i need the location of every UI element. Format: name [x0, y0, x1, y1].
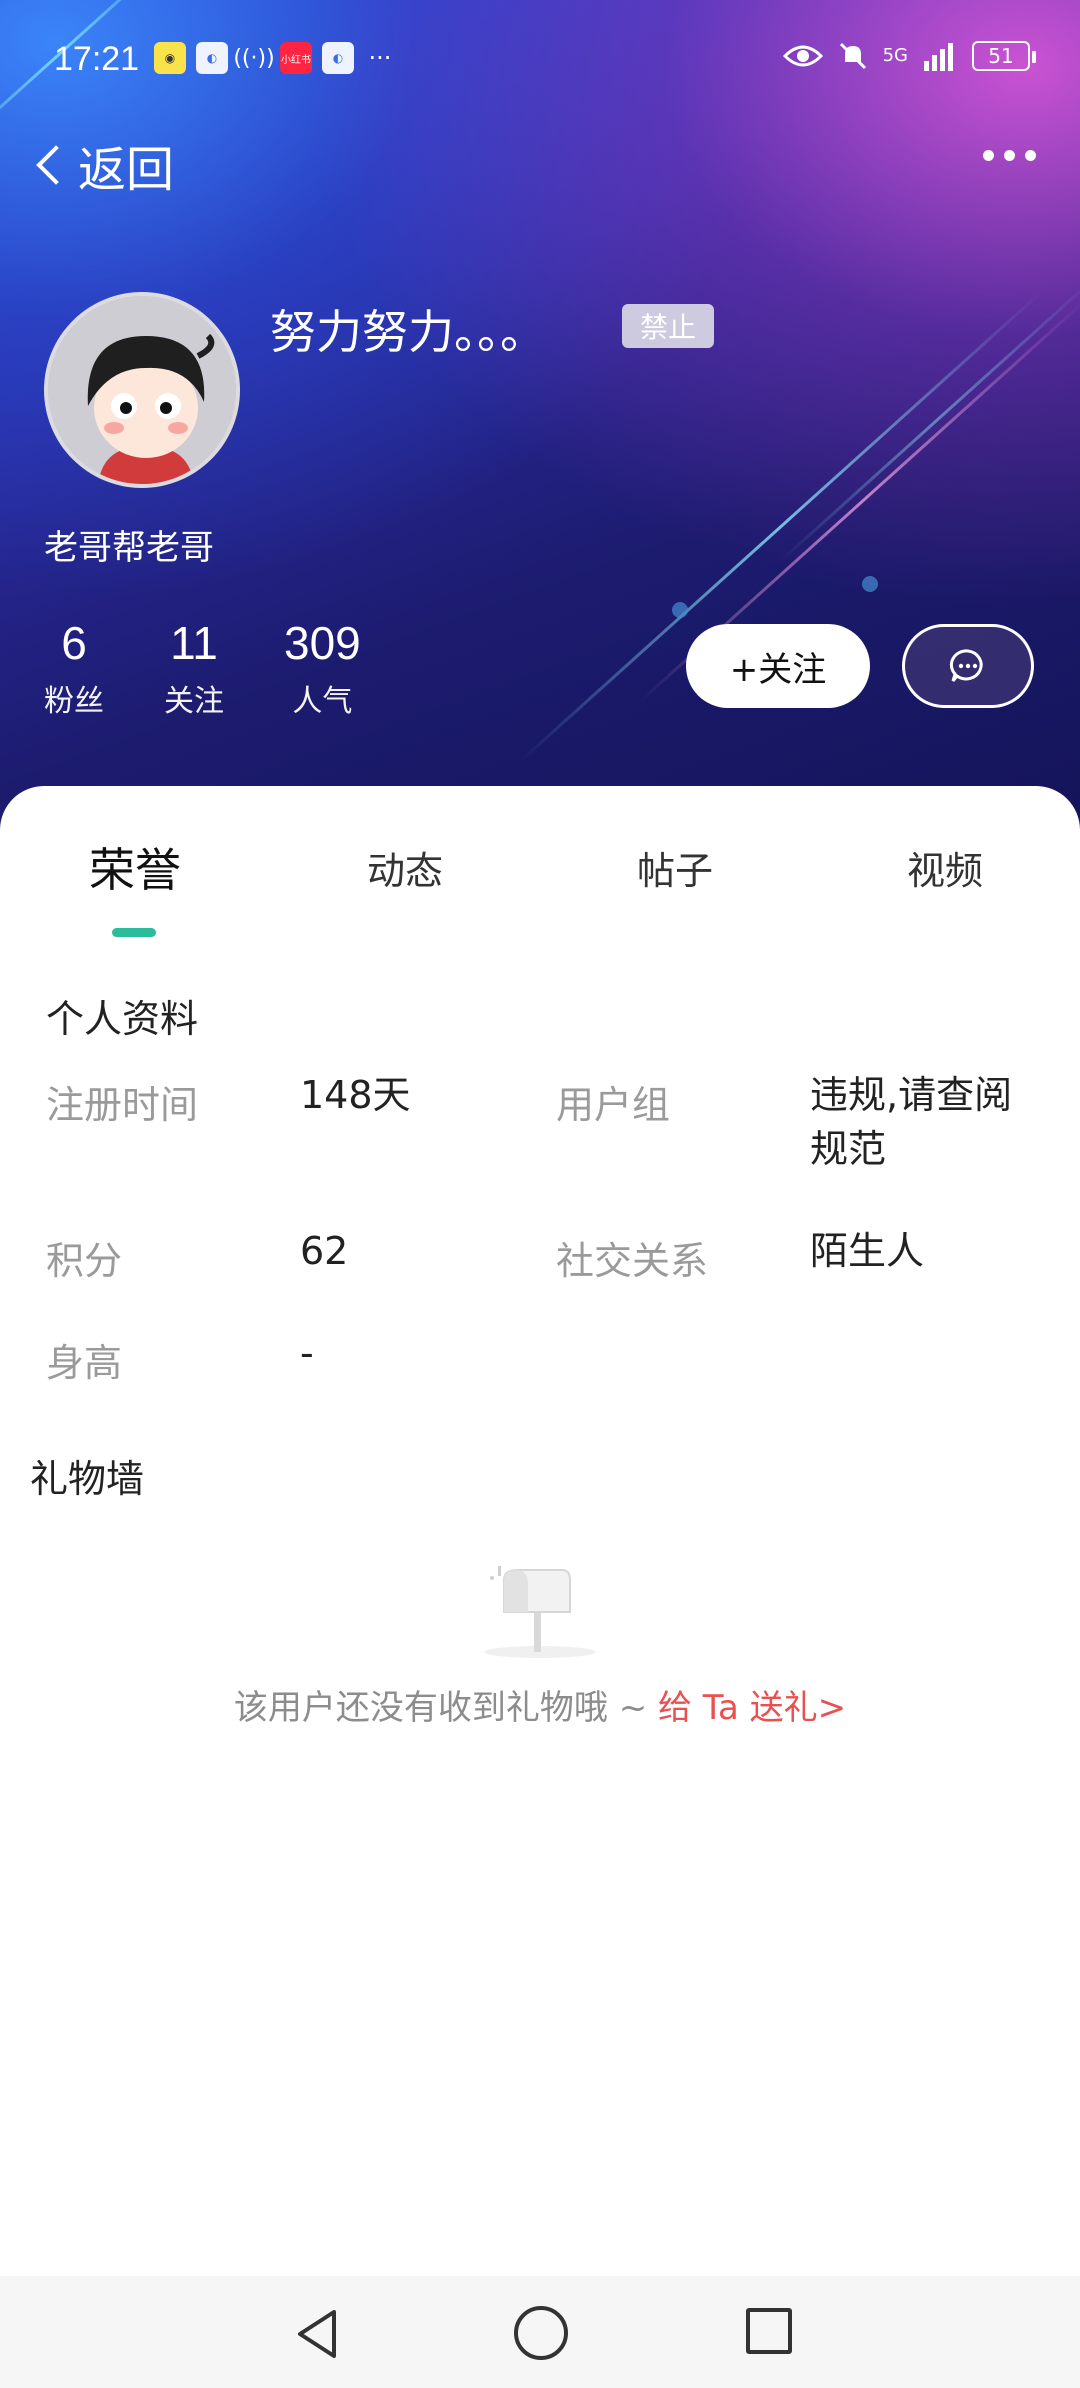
- network-type: 5G: [882, 45, 908, 66]
- message-button[interactable]: [902, 624, 1034, 708]
- avatar-cartoon-icon: [48, 296, 236, 484]
- stat-following[interactable]: 11 关注: [164, 616, 224, 720]
- send-gift-link[interactable]: 给 Ta 送礼>: [658, 1688, 846, 1728]
- chevron-left-icon: [36, 145, 76, 185]
- reg-time-value: 148天: [300, 1073, 411, 1117]
- status-bar: 17:21 ◉ ◐ ((·)) 小红书 ◐ ··· 5G 51: [0, 0, 1080, 120]
- battery-icon: 51: [972, 41, 1036, 71]
- user-group-value-line2: 规范: [810, 1127, 887, 1171]
- app-notification-icon: ◐: [196, 42, 228, 74]
- height-label: 身高: [46, 1341, 123, 1385]
- stat-value: 309: [284, 617, 361, 669]
- height-value: -: [300, 1331, 314, 1375]
- points-value: 62: [300, 1229, 349, 1273]
- stat-popularity[interactable]: 309 人气: [284, 616, 361, 720]
- stat-value: 6: [61, 617, 87, 669]
- notification-icons: ◉ ◐ ((·)) 小红书 ◐ ···: [154, 42, 396, 74]
- decor-dot: [862, 576, 878, 592]
- relation-value: 陌生人: [810, 1229, 925, 1273]
- user-group-label: 用户组: [556, 1083, 671, 1127]
- app-notification-icon: ◉: [154, 42, 186, 74]
- status-time: 17:21: [54, 40, 140, 78]
- points-label: 积分: [46, 1239, 123, 1283]
- nav-recents-icon[interactable]: [746, 2308, 792, 2354]
- reg-time-label: 注册时间: [46, 1083, 199, 1127]
- system-icons: 5G 51: [782, 40, 1036, 72]
- mute-icon: [839, 42, 866, 70]
- more-notifications-icon: ···: [368, 44, 392, 72]
- tab-honor[interactable]: 荣誉: [89, 834, 181, 900]
- chat-bubble-icon: [949, 649, 983, 682]
- more-dot-icon: [1004, 150, 1015, 161]
- system-nav-bar: [0, 2276, 1080, 2388]
- more-dot-icon: [1025, 150, 1036, 161]
- user-signature: 老哥帮老哥: [44, 528, 214, 568]
- avatar[interactable]: [44, 292, 240, 488]
- personal-info-title: 个人资料: [46, 997, 199, 1041]
- back-button[interactable]: 返回: [30, 130, 174, 200]
- follow-button[interactable]: +关注: [686, 624, 870, 708]
- back-label: 返回: [78, 142, 175, 198]
- user-group-value-line1: 违规,请查阅: [810, 1073, 1013, 1117]
- stat-fans[interactable]: 6 粉丝: [44, 616, 104, 720]
- eye-icon: [782, 45, 823, 67]
- username: 努力努力。。。: [270, 305, 546, 359]
- nav-back-icon[interactable]: [290, 2306, 346, 2362]
- stat-value: 11: [170, 617, 218, 669]
- ban-status-badge: 禁止: [622, 304, 714, 348]
- nav-home-icon[interactable]: [514, 2306, 568, 2360]
- stat-label: 关注: [164, 684, 224, 719]
- tab-activity[interactable]: 动态: [367, 840, 443, 895]
- empty-mailbox-icon: [484, 1566, 596, 1658]
- decor-dot: [672, 602, 688, 618]
- battery-level: 51: [988, 44, 1014, 68]
- tab-posts[interactable]: 帖子: [637, 840, 713, 895]
- gift-empty-text: 该用户还没有收到礼物哦 ~: [233, 1688, 658, 1728]
- relation-label: 社交关系: [556, 1239, 709, 1283]
- app-notification-icon: ◐: [322, 42, 354, 74]
- tab-videos[interactable]: 视频: [907, 840, 983, 895]
- profile-tabs: 荣誉 动态 帖子 视频: [0, 840, 1080, 960]
- signal-icon: [924, 43, 953, 71]
- hotspot-icon: ((·)): [233, 45, 275, 71]
- stat-label: 粉丝: [44, 684, 104, 719]
- stat-label: 人气: [292, 684, 353, 719]
- xiaohongshu-icon: 小红书: [280, 42, 312, 74]
- decor-streak: [778, 279, 1080, 563]
- more-dot-icon: [983, 150, 994, 161]
- gift-empty-message: 该用户还没有收到礼物哦 ~ 给 Ta 送礼>: [0, 1680, 1080, 1729]
- gift-wall-title: 礼物墙: [30, 1457, 145, 1501]
- profile-stats: 6 粉丝 11 关注 309 人气: [44, 616, 421, 720]
- more-options-button[interactable]: [983, 150, 1036, 161]
- active-tab-indicator: [112, 928, 156, 937]
